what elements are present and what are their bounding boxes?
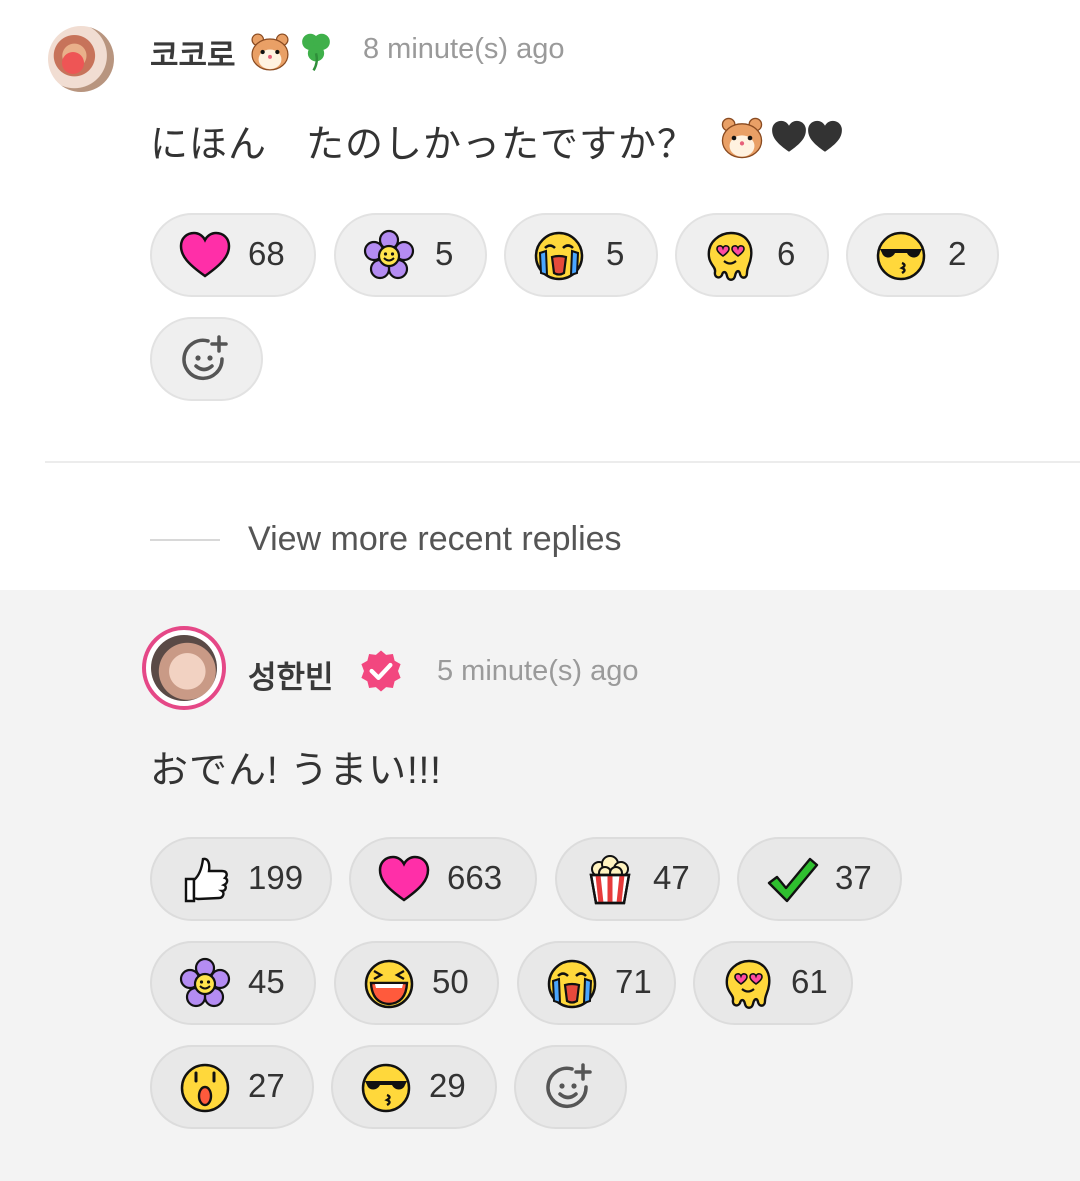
reaction-count: 71 <box>615 963 652 1000</box>
heart-icon <box>377 853 431 907</box>
reaction-count: 663 <box>447 859 503 896</box>
checkmark-icon <box>765 853 819 907</box>
reaction-laughing-face[interactable]: 50 <box>334 941 499 1025</box>
crying-face-icon <box>545 957 599 1011</box>
flower-icon <box>178 957 232 1011</box>
reaction-thumbs-up[interactable]: 199 <box>150 837 332 921</box>
reaction-melting-heart-eyes[interactable]: 61 <box>693 941 853 1025</box>
reaction-crying-face[interactable]: 71 <box>517 941 676 1025</box>
reaction-count: 47 <box>653 859 690 896</box>
reaction-count: 27 <box>248 1067 285 1104</box>
melting-heart-eyes-icon <box>721 957 775 1011</box>
surprised-face-icon <box>178 1061 232 1115</box>
thumbs-up-icon <box>178 853 232 907</box>
add-reaction-button[interactable] <box>514 1045 627 1129</box>
reaction-count: 45 <box>248 963 285 1000</box>
reaction-flower[interactable]: 45 <box>150 941 316 1025</box>
sunglasses-kiss-icon <box>359 1061 413 1115</box>
reaction-checkmark[interactable]: 37 <box>737 837 902 921</box>
laughing-face-icon <box>362 957 416 1011</box>
reaction-count: 199 <box>248 859 304 896</box>
reaction-count: 37 <box>835 859 872 896</box>
add-reaction-icon <box>542 1061 596 1115</box>
reaction-count: 61 <box>791 963 828 1000</box>
reaction-count: 50 <box>432 963 469 1000</box>
reaction-popcorn[interactable]: 47 <box>555 837 720 921</box>
reaction-surprised-face[interactable]: 27 <box>150 1045 314 1129</box>
reaction-heart[interactable]: 663 <box>349 837 537 921</box>
reaction-count: 29 <box>429 1067 466 1104</box>
reaction-sunglasses-kiss[interactable]: 29 <box>331 1045 497 1129</box>
reply-reactions: 199 663 47 37 45 50 71 61 27 29 <box>0 0 1080 1181</box>
popcorn-icon <box>583 853 637 907</box>
